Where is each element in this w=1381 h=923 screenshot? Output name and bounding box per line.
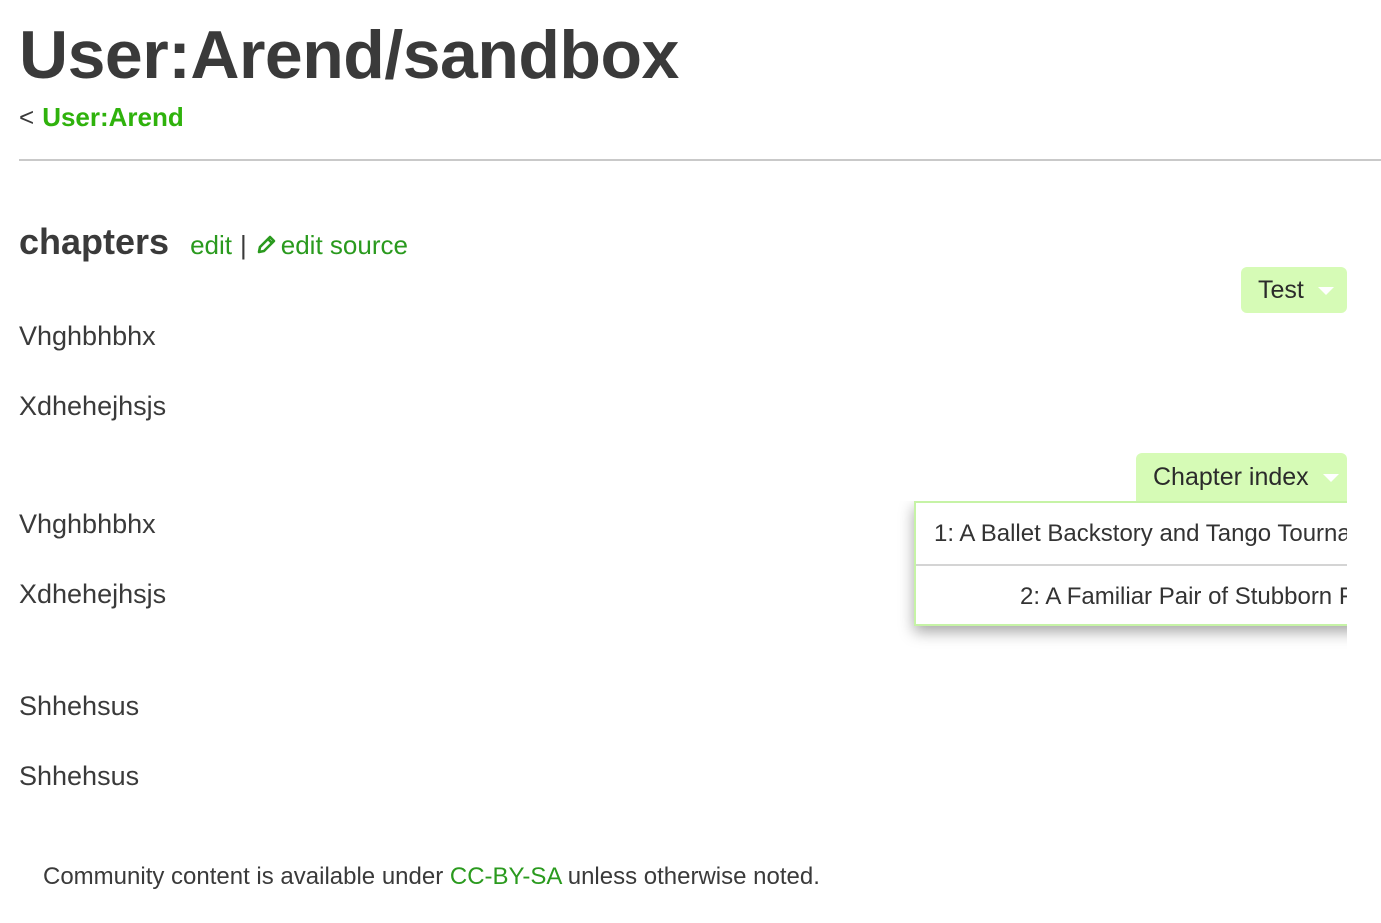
chapter-index-menu: 1: A Ballet Backstory and Tango Tourname… <box>914 501 1347 626</box>
chapter-index-dropdown-button[interactable]: Chapter index <box>1136 453 1347 501</box>
footer-text-after: unless otherwise noted. <box>567 863 820 890</box>
chapter-menu-item[interactable]: 2: A Familiar Pair of Stubborn Friends <box>916 566 1347 627</box>
section-title: chapters <box>19 221 170 262</box>
paragraph: Shhehsus <box>19 691 140 721</box>
breadcrumb-prefix: < <box>19 102 35 132</box>
paragraph: Vhghbhbhx <box>19 509 156 539</box>
footer-license-notice: Community content is available under CC-… <box>43 860 820 894</box>
header-divider <box>19 159 1381 161</box>
edit-separator: | <box>240 230 247 260</box>
section-edit-links: edit | edit source <box>190 230 408 263</box>
test-dropdown-label: Test <box>1258 275 1304 304</box>
breadcrumb: < User:Arend <box>19 100 184 134</box>
edit-link[interactable]: edit <box>190 230 232 260</box>
paragraph: Xdhehejhsjs <box>19 391 167 421</box>
breadcrumb-user-link[interactable]: User:Arend <box>42 102 184 132</box>
edit-source-link[interactable]: edit source <box>255 230 408 260</box>
edit-source-label: edit source <box>280 230 408 260</box>
license-link[interactable]: CC-BY-SA <box>450 863 561 890</box>
paragraph: Shhehsus <box>19 761 140 791</box>
section-heading-chapters: chapters edit | edit source <box>19 220 408 264</box>
paragraph: Xdhehejhsjs <box>19 579 167 609</box>
chapter-index-menu-viewport: 1: A Ballet Backstory and Tango Tourname… <box>896 501 1347 661</box>
pencil-icon <box>255 232 279 263</box>
footer-text-before: Community content is available under <box>43 863 444 890</box>
chevron-down-icon <box>1322 474 1339 482</box>
chapter-menu-item[interactable]: 1: A Ballet Backstory and Tango Tourname… <box>916 503 1347 566</box>
test-dropdown-button[interactable]: Test <box>1241 267 1347 313</box>
page-title: User:Arend/sandbox <box>19 17 679 93</box>
paragraph: Vhghbhbhx <box>19 321 156 351</box>
chapter-index-label: Chapter index <box>1153 462 1309 491</box>
chevron-down-icon <box>1317 287 1334 295</box>
